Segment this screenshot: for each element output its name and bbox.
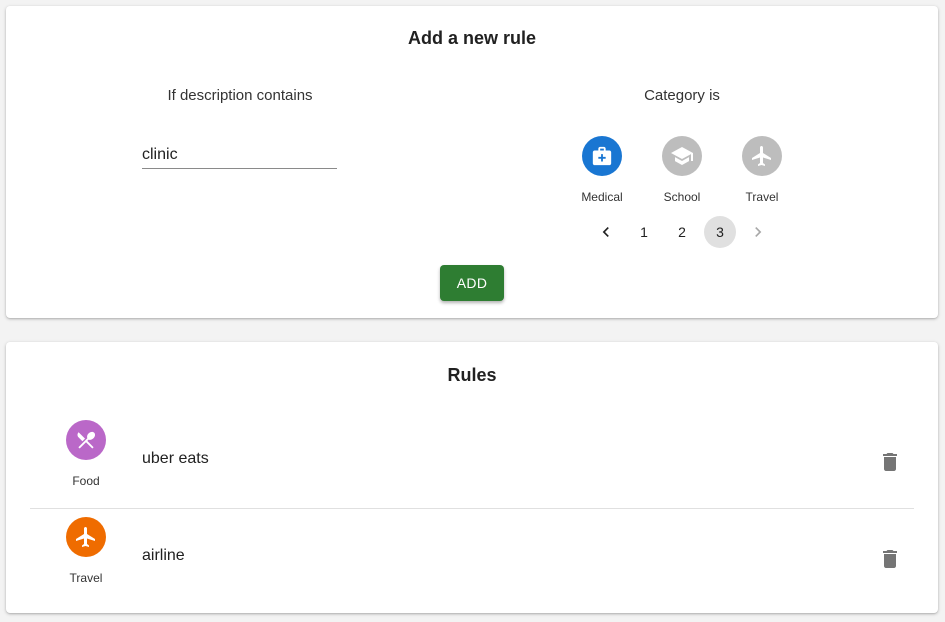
rule-category-name: Food xyxy=(72,474,100,488)
chevron-right-icon xyxy=(755,227,762,237)
medical-circle xyxy=(582,136,622,176)
medical-bag-icon xyxy=(592,146,612,166)
category-option-school[interactable]: School xyxy=(642,136,722,204)
pagination-next-button[interactable] xyxy=(742,216,774,248)
airplane-icon xyxy=(76,527,95,547)
rule-text: airline xyxy=(142,547,185,564)
chevron-left-icon xyxy=(602,227,609,237)
description-label: If description contains xyxy=(167,87,313,104)
school-circle xyxy=(662,136,702,176)
rules-card: Rules Food uber eats Travel airline xyxy=(6,342,938,613)
pagination-page-3[interactable]: 3 xyxy=(704,216,736,248)
rule-text: uber eats xyxy=(142,450,209,467)
pagination-page-1[interactable]: 1 xyxy=(628,216,660,248)
rule-row: Travel airline xyxy=(30,509,914,606)
delete-rule-button[interactable] xyxy=(876,545,904,573)
category-name-medical: Medical xyxy=(581,190,623,204)
description-field[interactable] xyxy=(142,138,337,169)
category-name-school: School xyxy=(663,190,701,204)
add-rule-card: Add a new rule If description contains C… xyxy=(6,6,938,318)
add-rule-title: Add a new rule xyxy=(407,28,537,48)
food-circle xyxy=(66,420,106,460)
rule-row: Food uber eats xyxy=(30,412,914,509)
add-button[interactable]: ADD xyxy=(440,265,504,301)
pagination-prev-button[interactable] xyxy=(590,216,622,248)
category-label: Category is xyxy=(644,87,720,104)
category-name-travel: Travel xyxy=(745,190,779,204)
rules-title: Rules xyxy=(447,365,497,385)
airplane-icon xyxy=(752,146,771,166)
description-input[interactable] xyxy=(142,138,337,168)
graduation-cap-icon xyxy=(671,147,693,165)
rule-category-name: Travel xyxy=(69,571,103,585)
delete-rule-button[interactable] xyxy=(876,448,904,476)
trash-icon xyxy=(883,453,897,471)
fork-spoon-icon xyxy=(77,431,96,449)
category-option-travel[interactable]: Travel xyxy=(722,136,802,204)
pagination-page-2[interactable]: 2 xyxy=(666,216,698,248)
travel-circle xyxy=(742,136,782,176)
travel-circle xyxy=(66,517,106,557)
rule-category: Food xyxy=(56,420,116,488)
rule-category: Travel xyxy=(56,517,116,585)
trash-icon xyxy=(883,550,897,568)
category-option-medical[interactable]: Medical xyxy=(562,136,642,204)
